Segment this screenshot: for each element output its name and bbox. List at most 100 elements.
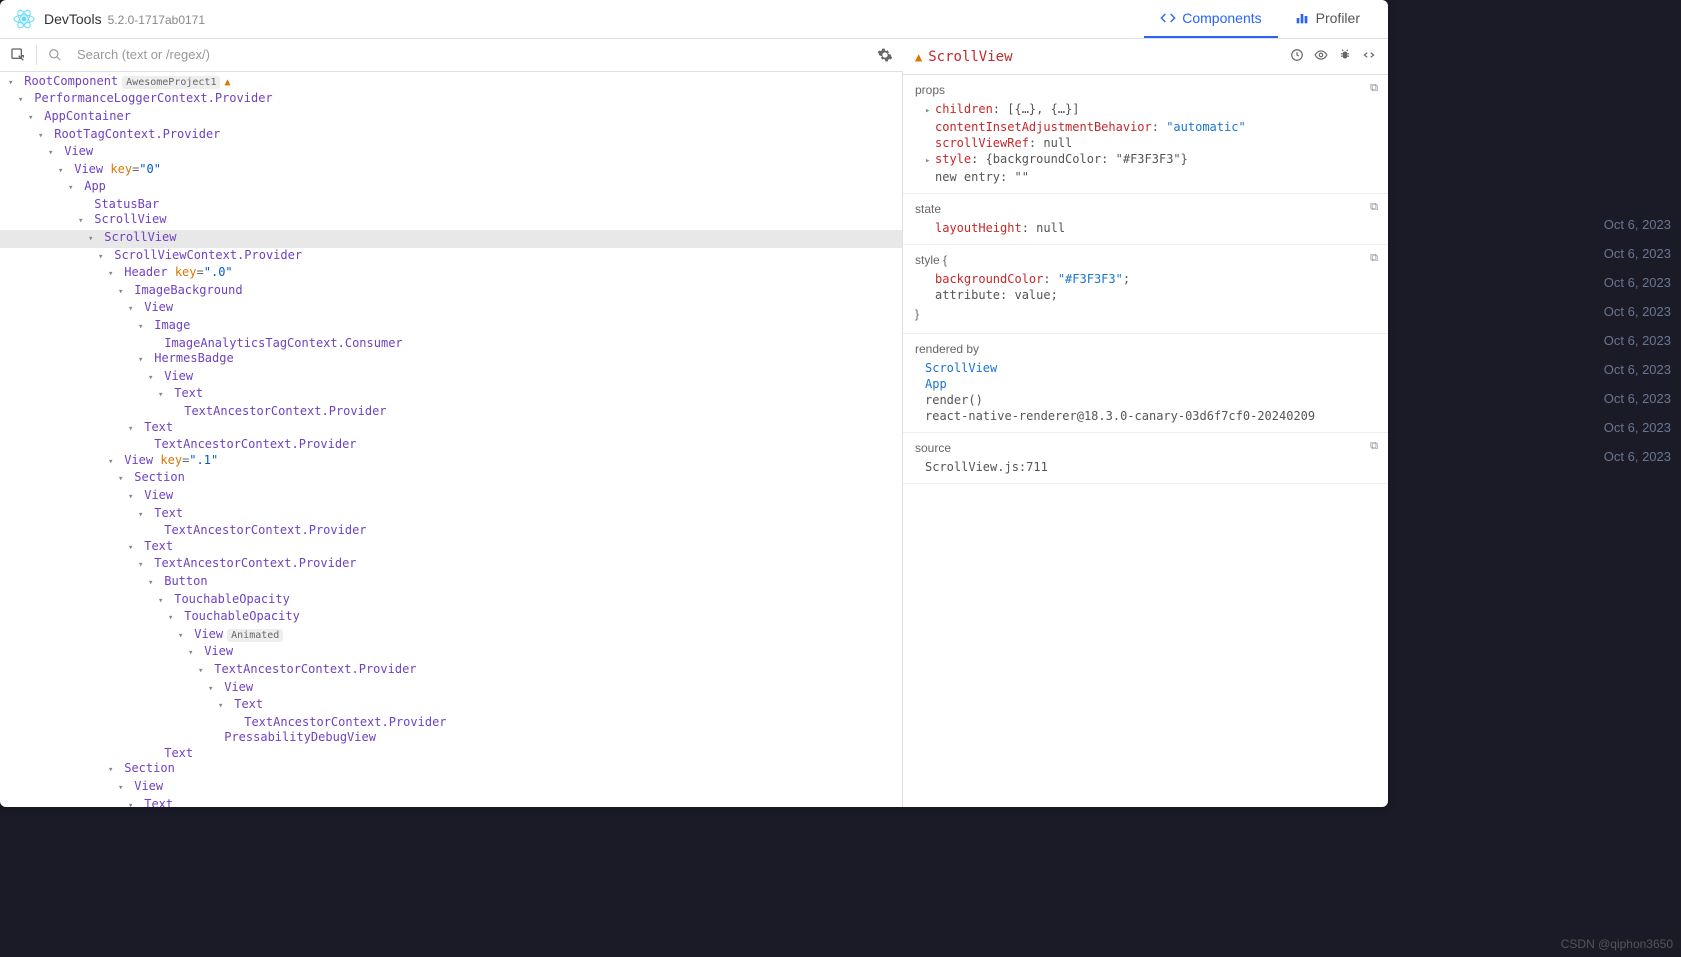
expand-arrow[interactable]: ▾ xyxy=(118,781,127,797)
expand-arrow[interactable]: ▾ xyxy=(158,594,167,610)
tree-node[interactable]: PressabilityDebugView xyxy=(0,730,902,746)
tree-node[interactable]: ▾ TouchableOpacity xyxy=(0,592,902,610)
background-dates: Oct 6, 2023 Oct 6, 2023 Oct 6, 2023 Oct … xyxy=(1604,210,1671,471)
rendered-by-section: rendered by ScrollView App render() reac… xyxy=(903,334,1388,433)
tree-node[interactable]: StatusBar xyxy=(0,197,902,213)
expand-arrow[interactable]: ▾ xyxy=(128,799,137,807)
expand-arrow[interactable]: ▾ xyxy=(38,129,47,145)
tree-node[interactable]: ▾ Section xyxy=(0,470,902,488)
tree-node[interactable]: TextAncestorContext.Provider xyxy=(0,523,902,539)
details-header: ▲ ScrollView xyxy=(903,39,1388,75)
tree-node[interactable]: ▾ ScrollView xyxy=(0,212,902,230)
expand-arrow[interactable]: ▾ xyxy=(108,267,117,283)
tree-node[interactable]: ▾ HermesBadge xyxy=(0,351,902,369)
tab-components[interactable]: Components xyxy=(1144,0,1277,38)
expand-arrow[interactable]: ▾ xyxy=(138,320,147,336)
expand-arrow[interactable]: ▾ xyxy=(178,629,187,645)
copy-icon[interactable]: ⧉ xyxy=(1370,81,1378,95)
expand-arrow[interactable]: ▾ xyxy=(188,646,197,662)
tree-node[interactable]: ▾ Header key=".0" xyxy=(0,265,902,283)
tree-node[interactable]: ImageAnalyticsTagContext.Consumer xyxy=(0,336,902,352)
expand-arrow[interactable]: ▾ xyxy=(118,285,127,301)
bug-icon[interactable] xyxy=(1338,48,1352,65)
rendered-by-link[interactable]: ScrollView xyxy=(925,361,997,375)
tree-node[interactable]: TextAncestorContext.Provider xyxy=(0,404,902,420)
search-input[interactable] xyxy=(73,43,867,66)
expand-arrow[interactable]: ▾ xyxy=(28,111,37,127)
tree-node[interactable]: ▾ View xyxy=(0,369,902,387)
tree-node[interactable]: ▾ Button xyxy=(0,574,902,592)
expand-arrow[interactable]: ▾ xyxy=(108,455,117,471)
source-section: source ⧉ ScrollView.js:711 xyxy=(903,433,1388,484)
eye-icon[interactable] xyxy=(1314,48,1328,65)
tree-node[interactable]: ▾ ViewAnimated xyxy=(0,627,902,645)
tree-node[interactable]: ▾ TouchableOpacity xyxy=(0,609,902,627)
expand-arrow[interactable]: ▾ xyxy=(128,422,137,438)
expand-arrow[interactable]: ▾ xyxy=(168,611,177,627)
tree-node[interactable]: ▾ ScrollView xyxy=(0,230,902,248)
tree-node[interactable]: ▾ View xyxy=(0,488,902,506)
tree-node[interactable]: ▾ TextAncestorContext.Provider xyxy=(0,556,902,574)
expand-arrow[interactable]: ▾ xyxy=(158,388,167,404)
expand-arrow[interactable]: ▾ xyxy=(148,576,157,592)
suspend-icon[interactable] xyxy=(1290,48,1304,65)
tree-node[interactable]: ▾ Text xyxy=(0,797,902,807)
tab-profiler[interactable]: Profiler xyxy=(1278,0,1376,38)
tree-node[interactable]: ▾ AppContainer xyxy=(0,109,902,127)
expand-arrow[interactable]: ▾ xyxy=(78,214,87,230)
gear-icon[interactable] xyxy=(875,45,895,65)
expand-arrow[interactable]: ▾ xyxy=(218,699,227,715)
tree-node[interactable]: ▾ TextAncestorContext.Provider xyxy=(0,662,902,680)
expand-arrow[interactable]: ▾ xyxy=(58,164,67,180)
tree-node[interactable]: TextAncestorContext.Provider xyxy=(0,437,902,453)
tree-node[interactable]: ▾ RootComponentAwesomeProject1▲ xyxy=(0,74,902,92)
expand-arrow[interactable]: ▾ xyxy=(198,664,207,680)
tree-node[interactable]: ▾ Text xyxy=(0,506,902,524)
expand-arrow[interactable]: ▾ xyxy=(138,558,147,574)
expand-arrow[interactable]: ▾ xyxy=(68,181,77,197)
expand-arrow[interactable]: ▾ xyxy=(138,353,147,369)
expand-arrow[interactable]: ▾ xyxy=(128,302,137,318)
copy-icon[interactable]: ⧉ xyxy=(1370,251,1378,265)
element-picker-icon[interactable] xyxy=(8,45,28,65)
expand-arrow[interactable]: ▾ xyxy=(18,93,27,109)
tree-node[interactable]: ▾ View xyxy=(0,300,902,318)
expand-arrow[interactable]: ▾ xyxy=(128,490,137,506)
tree-node[interactable]: ▾ Section xyxy=(0,761,902,779)
tree-node[interactable]: ▾ ScrollViewContext.Provider xyxy=(0,248,902,266)
expand-arrow[interactable]: ▾ xyxy=(148,371,157,387)
tree-node[interactable]: ▾ Text xyxy=(0,386,902,404)
selected-component-name: ScrollView xyxy=(928,49,1012,65)
expand-arrow[interactable]: ▾ xyxy=(118,472,127,488)
expand-arrow[interactable]: ▾ xyxy=(8,76,17,92)
tree-node[interactable]: ▾ App xyxy=(0,179,902,197)
copy-icon[interactable]: ⧉ xyxy=(1370,439,1378,453)
tree-node[interactable]: ▾ View key=".1" xyxy=(0,453,902,471)
tree-node[interactable]: Text xyxy=(0,746,902,762)
expand-arrow[interactable]: ▾ xyxy=(88,232,97,248)
expand-arrow[interactable]: ▾ xyxy=(48,146,57,162)
expand-arrow[interactable]: ▾ xyxy=(128,541,137,557)
component-tree[interactable]: ▾ RootComponentAwesomeProject1▲▾ Perform… xyxy=(0,72,903,807)
tree-node[interactable]: ▾ View key="0" xyxy=(0,162,902,180)
tree-node[interactable]: ▾ Text xyxy=(0,697,902,715)
tree-node[interactable]: ▾ View xyxy=(0,779,902,797)
react-logo-icon xyxy=(12,7,36,31)
tree-node[interactable]: ▾ View xyxy=(0,144,902,162)
expand-arrow[interactable]: ▾ xyxy=(208,682,217,698)
source-icon[interactable] xyxy=(1362,48,1376,65)
tree-node[interactable]: TextAncestorContext.Provider xyxy=(0,715,902,731)
expand-arrow[interactable]: ▾ xyxy=(98,250,107,266)
tree-node[interactable]: ▾ Text xyxy=(0,539,902,557)
rendered-by-link[interactable]: App xyxy=(925,377,947,391)
expand-arrow[interactable]: ▾ xyxy=(108,763,117,779)
tree-node[interactable]: ▾ View xyxy=(0,644,902,662)
tree-node[interactable]: ▾ PerformanceLoggerContext.Provider xyxy=(0,91,902,109)
tree-node[interactable]: ▾ RootTagContext.Provider xyxy=(0,127,902,145)
copy-icon[interactable]: ⧉ xyxy=(1370,200,1378,214)
tree-node[interactable]: ▾ ImageBackground xyxy=(0,283,902,301)
tree-node[interactable]: ▾ Image xyxy=(0,318,902,336)
expand-arrow[interactable]: ▾ xyxy=(138,508,147,524)
tree-node[interactable]: ▾ View xyxy=(0,680,902,698)
tree-node[interactable]: ▾ Text xyxy=(0,420,902,438)
